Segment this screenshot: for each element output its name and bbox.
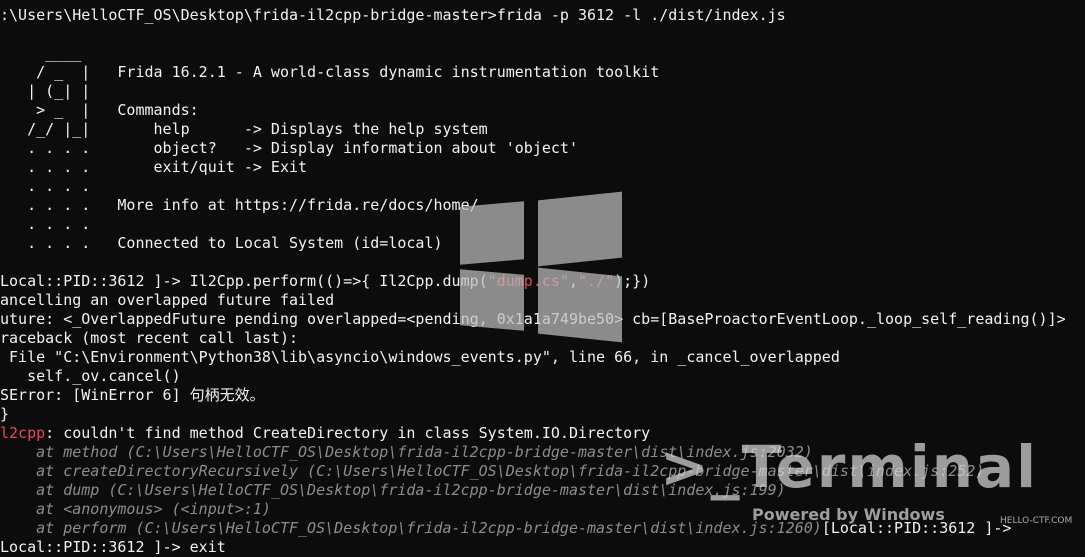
- terminal-text: . . . . More info at https://frida.re/do…: [0, 196, 479, 214]
- terminal-line: / _ | Frida 16.2.1 - A world-class dynam…: [0, 63, 659, 82]
- terminal-text: File "C:\Environment\Python38\lib\asynci…: [0, 348, 840, 366]
- terminal-text: /_/ |_| help -> Displays the help system: [0, 120, 488, 138]
- terminal-line: . . . .: [0, 177, 90, 196]
- terminal-watermark-title: >_Terminal: [660, 433, 1039, 501]
- windows-logo-icon: [460, 191, 622, 343]
- terminal-line: at <anonymous> (<input>:1): [0, 500, 271, 519]
- terminal-text: at perform (C:\Users\HelloCTF_OS\Desktop…: [0, 519, 822, 537]
- terminal-line: /_/ |_| help -> Displays the help system: [0, 120, 488, 139]
- terminal-text: raceback (most recent call last):: [0, 329, 299, 347]
- terminal-text: ____: [0, 44, 82, 62]
- terminal-text: Local::PID::3612 ]-> Il2Cpp.perform(()=>…: [0, 272, 488, 290]
- terminal-line: . . . . exit/quit -> Exit: [0, 158, 307, 177]
- terminal-line: ____: [0, 44, 81, 63]
- terminal-text: . . . .: [0, 177, 91, 195]
- terminal-text: . . . . exit/quit -> Exit: [0, 158, 308, 176]
- terminal-line: . . . . More info at https://frida.re/do…: [0, 196, 479, 215]
- terminal-text: ancelling an overlapped future failed: [0, 291, 335, 309]
- terminal-line: :\Users\HelloCTF_OS\Desktop\frida-il2cpp…: [0, 6, 786, 25]
- terminal-text: }: [0, 405, 10, 423]
- powered-by-watermark: Powered by Windows: [752, 505, 945, 524]
- site-watermark: HELLO-CTF.COM: [1000, 516, 1073, 526]
- terminal-text: l2cpp: [0, 424, 46, 442]
- terminal-line: l2cpp: couldn't find method CreateDirect…: [0, 424, 650, 443]
- terminal-text: :\Users\HelloCTF_OS\Desktop\frida-il2cpp…: [0, 6, 786, 24]
- terminal-line: | (_| |: [0, 82, 90, 101]
- terminal-text: at <anonymous> (<input>:1): [0, 500, 271, 518]
- terminal-line: ancelling an overlapped future failed: [0, 291, 334, 310]
- terminal-line: > _ | Commands:: [0, 101, 199, 120]
- terminal-text: : couldn't find method CreateDirectory i…: [45, 424, 651, 442]
- terminal-text: / _ | Frida 16.2.1 - A world-class dynam…: [0, 63, 660, 81]
- terminal-line: . . . . object? -> Display information a…: [0, 139, 578, 158]
- terminal-line: . . . .: [0, 215, 90, 234]
- terminal-line: raceback (most recent call last):: [0, 329, 298, 348]
- terminal-text: . . . . Connected to Local System (id=lo…: [0, 234, 443, 252]
- terminal-line: File "C:\Environment\Python38\lib\asynci…: [0, 348, 840, 367]
- terminal-text: . . . . object? -> Display information a…: [0, 139, 578, 157]
- terminal-line: SError: [WinError 6] 句柄无效。: [0, 386, 265, 405]
- terminal-line: Local::PID::3612 ]-> exit: [0, 538, 226, 557]
- terminal-text: | (_| |: [0, 82, 91, 100]
- terminal-line: }: [0, 405, 9, 424]
- terminal-text: self._ov.cancel(): [0, 367, 181, 385]
- terminal-text: . . . .: [0, 215, 91, 233]
- terminal-line: self._ov.cancel(): [0, 367, 181, 386]
- terminal-text: > _ | Commands:: [0, 101, 199, 119]
- terminal-text: SError: [WinError 6] 句柄无效。: [0, 386, 265, 404]
- terminal-text: Local::PID::3612 ]-> exit: [0, 538, 226, 556]
- terminal-line: . . . . Connected to Local System (id=lo…: [0, 234, 443, 253]
